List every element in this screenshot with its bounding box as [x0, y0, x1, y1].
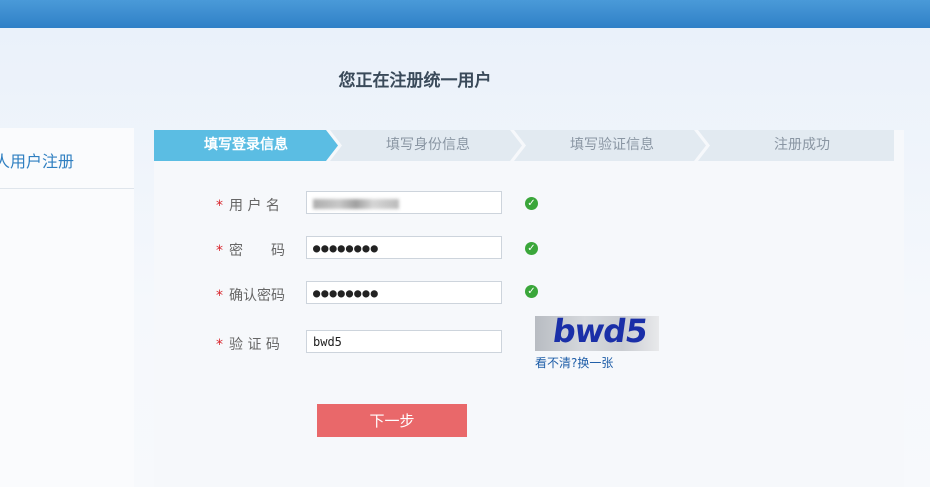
required-mark: *	[216, 288, 223, 304]
form-panel	[154, 130, 904, 487]
step-login-info: 填写登录信息	[204, 137, 288, 153]
required-mark: *	[216, 337, 223, 353]
password-label: * 密 码	[216, 243, 285, 259]
next-step-button[interactable]: 下一步	[317, 404, 467, 437]
captcha-field[interactable]: bwd5	[306, 330, 502, 353]
top-bar	[0, 0, 930, 28]
step-success: 注册成功	[774, 137, 830, 153]
step-indicator: 填写登录信息 填写身份信息 填写验证信息 注册成功	[154, 130, 894, 161]
captcha-image-text: bwd5	[550, 316, 650, 350]
confirm-password-label: * 确认密码	[216, 288, 285, 304]
captcha-label: * 验 证 码	[216, 337, 280, 353]
sidebar: 人用户注册	[0, 128, 134, 487]
check-circle-icon: ✓	[525, 197, 538, 210]
sidebar-title[interactable]: 人用户注册	[0, 148, 134, 172]
page-title: 您正在注册统一用户	[338, 71, 492, 91]
check-circle-icon: ✓	[525, 285, 538, 298]
required-mark: *	[216, 243, 223, 259]
username-field[interactable]	[306, 191, 502, 214]
confirm-password-field[interactable]: ●●●●●●●●	[306, 281, 502, 304]
captcha-refresh-link[interactable]: 看不清?换一张	[535, 354, 613, 371]
redacted-username	[313, 199, 399, 209]
captcha-image[interactable]: bwd5	[535, 316, 659, 351]
step-identity-info: 填写身份信息	[386, 137, 470, 153]
username-label: * 用 户 名	[216, 198, 280, 214]
password-field[interactable]: ●●●●●●●●	[306, 236, 502, 259]
sidebar-divider	[0, 188, 134, 189]
step-verify-info: 填写验证信息	[570, 137, 654, 153]
check-circle-icon: ✓	[525, 242, 538, 255]
required-mark: *	[216, 198, 223, 214]
